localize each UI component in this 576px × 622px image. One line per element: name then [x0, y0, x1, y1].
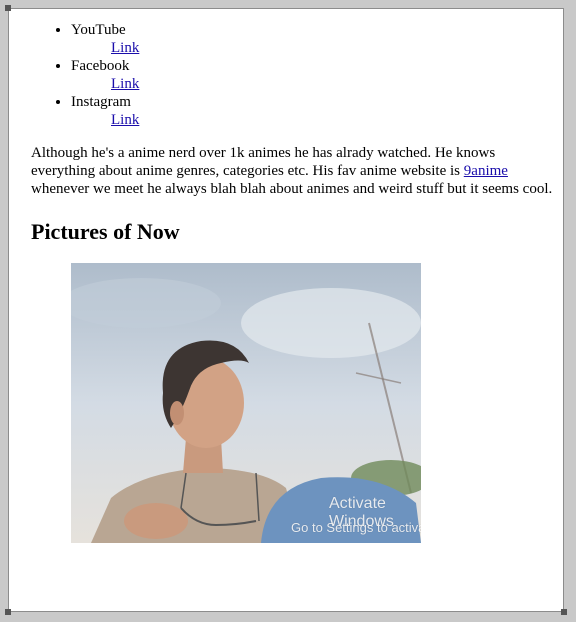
section-title: Pictures of Now: [31, 219, 180, 244]
social-name: Instagram: [71, 94, 131, 110]
list-item-instagram: Instagram Link: [71, 93, 557, 129]
resize-handle-bottom-right[interactable]: [561, 609, 567, 615]
list-item-facebook: Facebook Link: [71, 57, 557, 93]
bio-text-before: Although he's a anime nerd over 1k anime…: [31, 145, 496, 179]
social-name: YouTube: [71, 22, 126, 38]
facebook-link[interactable]: Link: [111, 76, 139, 92]
windows-activation-watermark-subtitle: Go to Settings to activate Windows.: [291, 520, 421, 535]
social-name: Facebook: [71, 58, 130, 74]
youtube-link[interactable]: Link: [111, 40, 139, 56]
page-content: YouTube Link Facebook Link Instagram Lin…: [31, 21, 557, 543]
photo-container: Activate Windows Go to Settings to activ…: [31, 263, 557, 543]
resize-handle-top-left[interactable]: [5, 5, 11, 11]
page-frame: YouTube Link Facebook Link Instagram Lin…: [5, 5, 567, 615]
9anime-link[interactable]: 9anime: [464, 163, 508, 179]
list-item-youtube: YouTube Link: [71, 21, 557, 57]
resize-handle-bottom-left[interactable]: [5, 609, 11, 615]
bio-paragraph: Although he's a anime nerd over 1k anime…: [31, 144, 557, 198]
bio-text-after: whenever we meet he always blah blah abo…: [31, 181, 553, 197]
social-list: YouTube Link Facebook Link Instagram Lin…: [31, 21, 557, 129]
instagram-link[interactable]: Link: [111, 112, 139, 128]
portrait-photo: Activate Windows Go to Settings to activ…: [71, 263, 421, 543]
